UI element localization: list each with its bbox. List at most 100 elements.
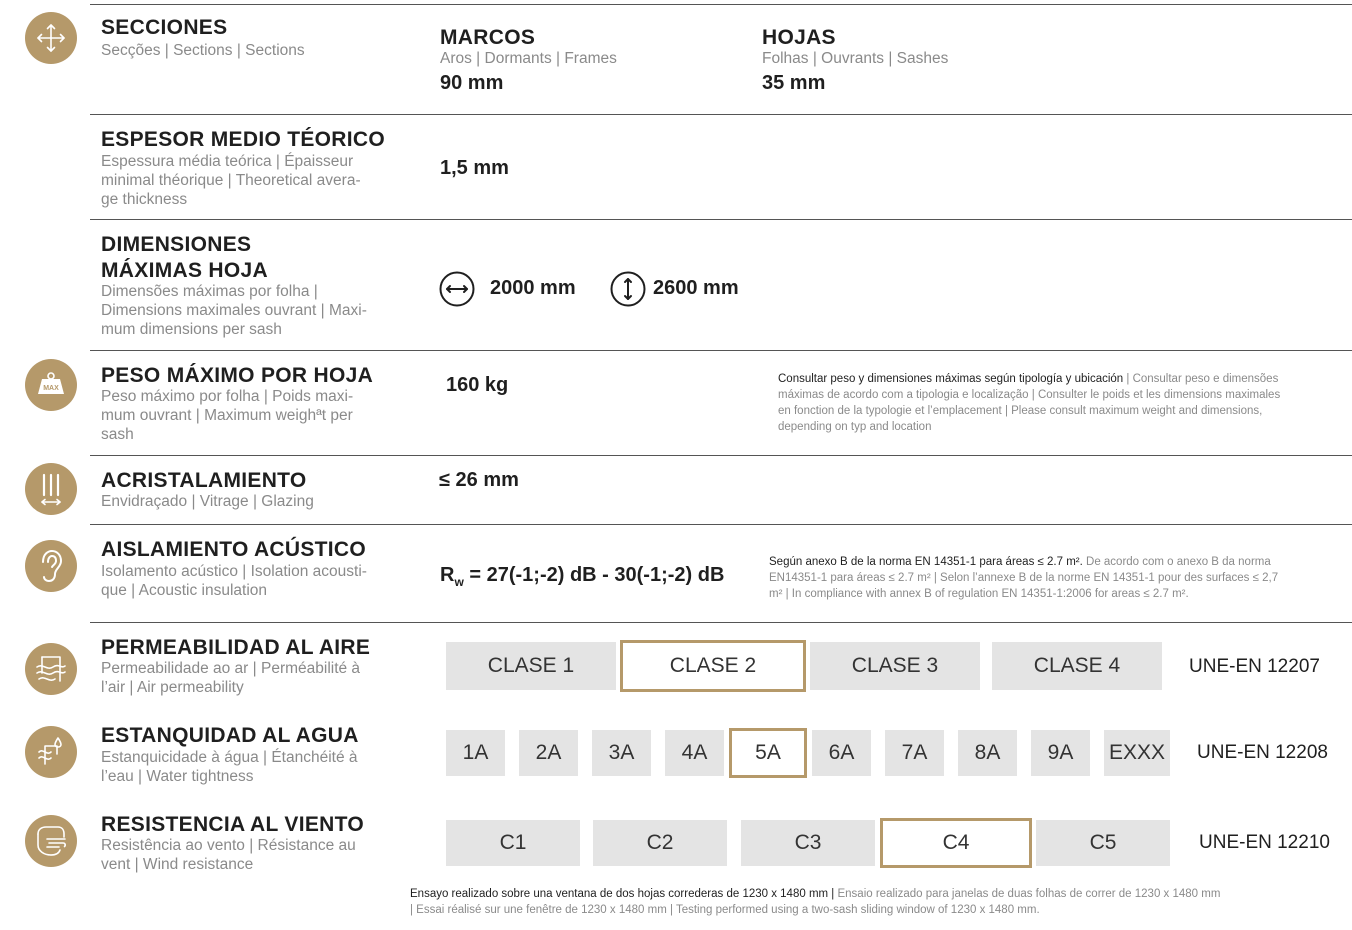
note-line: | Essai réalisé sur une fenêtre de 1230 … <box>410 904 1040 916</box>
move-arrows-icon <box>25 12 77 64</box>
class-box: 9A <box>1031 730 1090 776</box>
subtitle-line: sash <box>101 426 134 443</box>
air-flow-icon <box>25 643 77 695</box>
wind-standard: UNE-EN 12210 <box>1199 832 1330 853</box>
wind-icon <box>25 815 77 867</box>
class-box-selected: C4 <box>880 818 1032 868</box>
dimensions-title: DIMENSIONES MÁXIMAS HOJA <box>101 232 268 284</box>
title-line: DIMENSIONES <box>101 233 252 256</box>
note-line: máximas de acordo com a tipologia e loca… <box>778 389 1281 401</box>
divider <box>90 114 1352 115</box>
subtitle-line: l’eau | Water tightness <box>101 768 254 785</box>
note-line: Ensayo realizado sobre una ventana de do… <box>410 886 1352 902</box>
sashes-subtitle: Folhas | Ouvrants | Sashes <box>762 50 949 67</box>
subtitle-line: Permeabilidade ao ar | Perméabilité à <box>101 660 361 677</box>
class-box: 8A <box>958 730 1017 776</box>
air-standard: UNE-EN 12207 <box>1189 656 1320 677</box>
water-title: ESTANQUIDAD AL AGUA <box>101 724 359 747</box>
note-line: Según anexo B de la norma EN 14351-1 par… <box>769 554 1352 570</box>
subtitle-line: minimal théorique | Theoretical avera- <box>101 172 361 189</box>
weight-title: PESO MÁXIMO POR HOJA <box>101 364 374 387</box>
class-box: C2 <box>593 820 727 866</box>
class-box-selected: CLASE 2 <box>620 640 806 692</box>
divider <box>90 622 1352 623</box>
weight-icon-text: MAX <box>43 385 59 392</box>
thickness-title: ESPESOR MEDIO TÉORICO <box>101 128 386 151</box>
ear-icon <box>25 540 77 592</box>
thickness-subtitle: Espessura média teórica | Épaisseur mini… <box>101 152 361 209</box>
class-box: CLASE 4 <box>992 642 1162 690</box>
thickness-value: 1,5 mm <box>440 157 509 179</box>
height-value: 2600 mm <box>653 277 739 299</box>
horizontal-arrows-icon <box>439 271 475 307</box>
frames-title: MARCOS <box>440 26 536 49</box>
divider <box>90 455 1352 456</box>
class-box: 1A <box>446 730 505 776</box>
water-standard: UNE-EN 12208 <box>1197 742 1328 763</box>
class-box: 3A <box>592 730 651 776</box>
class-box: C5 <box>1036 820 1170 866</box>
class-box: C3 <box>741 820 875 866</box>
rw-value: = 27(-1;-2) dB - 30(-1;-2) dB <box>463 564 725 586</box>
subtitle-line: mum dimensions per sash <box>101 321 282 338</box>
note-line: EN14351-1 para áreas ≤ 2.7 m² | Selon l’… <box>769 572 1279 584</box>
acoustic-note: Según anexo B de la norma EN 14351-1 par… <box>769 554 1352 602</box>
subtitle-line: Peso máximo por folha | Poids maxi- <box>101 388 354 405</box>
frames-value: 90 mm <box>440 72 504 94</box>
divider <box>90 4 1352 5</box>
frames-subtitle: Aros | Dormants | Frames <box>440 50 617 67</box>
wind-subtitle: Resistência ao vento | Résistance au ven… <box>101 836 356 874</box>
weight-value: 160 kg <box>446 374 509 396</box>
footer-note: Ensayo realizado sobre una ventana de do… <box>410 886 1352 918</box>
note-emphasis: Consultar peso y dimensiones máximas seg… <box>778 373 1124 385</box>
title-line: MÁXIMAS HOJA <box>101 259 268 282</box>
note-emphasis: Ensayo realizado sobre una ventana de do… <box>410 888 835 900</box>
divider <box>90 350 1352 351</box>
sashes-value: 35 mm <box>762 72 826 94</box>
width-value: 2000 mm <box>490 277 576 299</box>
class-box: CLASE 1 <box>446 642 616 690</box>
class-box: C1 <box>446 820 580 866</box>
section-title: SECCIONES <box>101 16 228 39</box>
weight-note: Consultar peso y dimensiones máximas seg… <box>778 371 1352 435</box>
weight-subtitle: Peso máximo por folha | Poids maxi- mum … <box>101 387 353 444</box>
water-subtitle: Estanquicidade à água | Étanchéité à l’e… <box>101 748 358 786</box>
section-subtitle: Secções | Sections | Sections <box>101 42 305 59</box>
air-subtitle: Permeabilidade ao ar | Perméabilité à l’… <box>101 659 360 697</box>
subtitle-line: Resistência ao vento | Résistance au <box>101 837 356 854</box>
note-line: Consultar peso y dimensiones máximas seg… <box>778 371 1352 387</box>
glazing-subtitle: Envidraçado | Vitrage | Glazing <box>101 493 314 510</box>
divider <box>90 219 1352 220</box>
note-emphasis: Según anexo B de la norma EN 14351-1 par… <box>769 556 1083 568</box>
subtitle-line: Dimensions maximales ouvrant | Maxi- <box>101 302 367 319</box>
divider <box>90 524 1352 525</box>
class-box: CLASE 3 <box>810 642 980 690</box>
subtitle-line: l’air | Air permeability <box>101 679 244 696</box>
note-text: De acordo com o anexo B da norma <box>1082 556 1271 568</box>
air-title: PERMEABILIDAD AL AIRE <box>101 636 371 659</box>
subtitle-line: Espessura média teórica | Épaisseur <box>101 153 354 170</box>
class-box: 7A <box>885 730 944 776</box>
vertical-arrows-icon <box>610 271 646 307</box>
subtitle-line: mum ouvrant | Maximum weighªt per <box>101 407 353 424</box>
weight-max-icon: MAX <box>25 359 77 411</box>
class-box: 2A <box>519 730 578 776</box>
note-line: m² | In compliance with annex B of regul… <box>769 588 1189 600</box>
subtitle-line: ge thickness <box>101 191 188 208</box>
class-box-selected: 5A <box>729 728 807 778</box>
acoustic-value: Rw = 27(-1;-2) dB - 30(-1;-2) dB <box>440 564 724 589</box>
class-box: EXXX <box>1104 730 1170 776</box>
subtitle-line: Estanquicidade à água | Étanchéité à <box>101 749 358 766</box>
subtitle-line: que | Acoustic insulation <box>101 582 268 599</box>
glazing-title: ACRISTALAMIENTO <box>101 469 307 492</box>
acoustic-title: AISLAMIENTO ACÚSTICO <box>101 538 367 561</box>
sashes-title: HOJAS <box>762 26 836 49</box>
note-line: depending on typ and location <box>778 421 932 433</box>
subtitle-line: Dimensões máximas por folha | <box>101 283 318 300</box>
rw-symbol: R <box>440 564 455 586</box>
note-text: | Consultar peso e dimensões <box>1123 373 1279 385</box>
dimensions-subtitle: Dimensões máximas por folha | Dimensions… <box>101 282 367 339</box>
glazing-value: ≤ 26 mm <box>439 469 519 491</box>
subtitle-line: vent | Wind resistance <box>101 856 254 873</box>
glazing-panes-icon <box>25 463 77 515</box>
